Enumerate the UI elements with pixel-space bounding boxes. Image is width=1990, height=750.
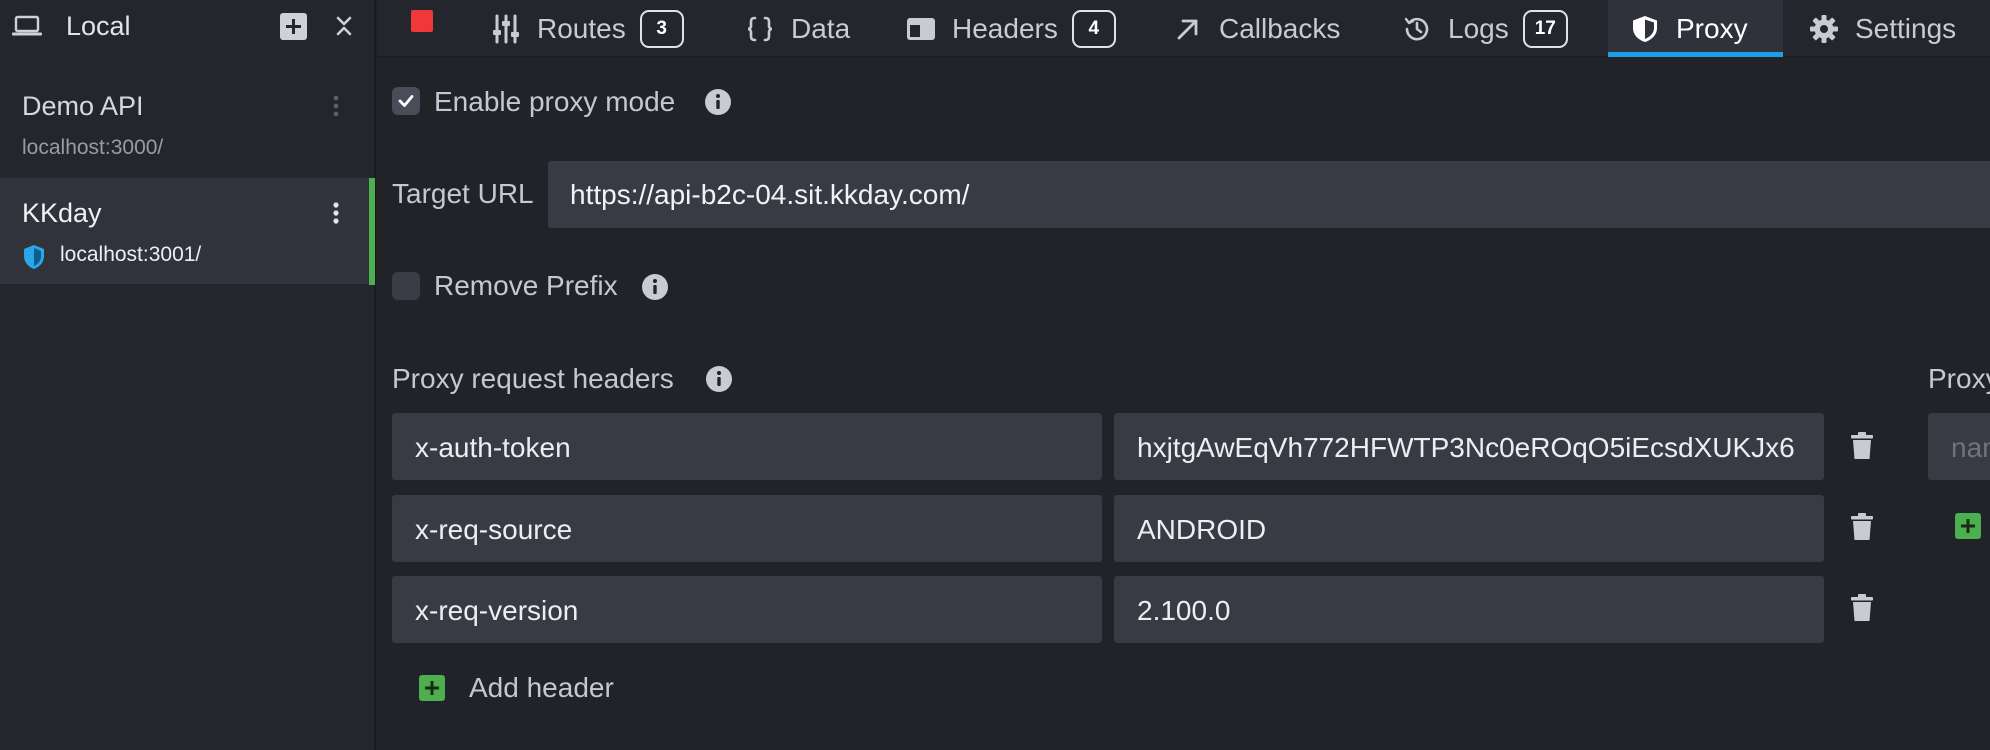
tab-routes[interactable]: Routes 3 [491, 0, 684, 57]
header-key-input[interactable]: x-req-version [392, 576, 1102, 643]
add-header-button[interactable]: Add header [469, 672, 614, 704]
environment-item-kkday[interactable]: KKday localhost:3001/ [0, 178, 374, 284]
headers-count-badge: 4 [1071, 9, 1116, 48]
braces-icon [747, 16, 773, 41]
sidebar-header: Local [0, 0, 376, 52]
environment-name: Demo API [22, 91, 144, 121]
info-icon[interactable] [705, 365, 733, 393]
headers-icon [907, 17, 935, 40]
tab-label: Callbacks [1219, 12, 1341, 44]
gear-icon [1810, 14, 1838, 43]
header-key-input[interactable]: x-auth-token [392, 413, 1102, 480]
tab-logs[interactable]: Logs 17 [1402, 0, 1568, 57]
tab-label: Headers [952, 12, 1058, 44]
tab-label: Routes [537, 12, 626, 44]
checkmark-icon [398, 95, 414, 107]
proxy-shield-icon [24, 245, 44, 269]
tab-label: Proxy [1676, 12, 1748, 44]
shield-icon [1633, 15, 1657, 42]
tab-label: Data [791, 12, 851, 44]
environment-name: KKday [22, 198, 102, 228]
add-environment-icon[interactable] [280, 13, 307, 40]
proxy-settings-panel: Enable proxy mode Target URL https://api… [369, 57, 1990, 750]
tab-label: Settings [1855, 12, 1957, 44]
routes-icon [493, 14, 519, 43]
header-value-input[interactable]: ANDROID [1114, 495, 1824, 562]
routes-count-badge: 3 [639, 9, 684, 48]
response-header-key-input[interactable]: name [1928, 413, 1990, 480]
environment-group-label: Local [66, 11, 131, 41]
collapse-icon[interactable] [330, 12, 358, 40]
delete-header-icon[interactable] [1851, 594, 1873, 622]
tab-settings[interactable]: Settings [1809, 0, 1956, 57]
response-headers-title: Proxy [1928, 363, 1990, 394]
header-value-input[interactable]: 2.100.0 [1114, 576, 1824, 643]
environments-sidebar: Local Demo API localhost:3000/ KKday loc… [0, 0, 376, 750]
environment-host: localhost:3001/ [60, 243, 202, 266]
tab-proxy[interactable]: Proxy [1608, 0, 1783, 57]
add-header-icon[interactable] [419, 675, 445, 701]
enable-proxy-checkbox[interactable] [392, 87, 420, 115]
tab-callbacks[interactable]: Callbacks [1173, 0, 1340, 57]
info-icon[interactable] [704, 88, 732, 116]
header-value-input[interactable]: hxjtgAwEqVh772HFWTP3Nc0eROqO5iEcsdXUKJx6 [1114, 413, 1824, 480]
tab-headers[interactable]: Headers 4 [906, 0, 1116, 57]
remove-prefix-label: Remove Prefix [434, 270, 618, 301]
environment-host: localhost:3000/ [22, 136, 164, 159]
target-url-label: Target URL [392, 178, 534, 209]
target-url-input[interactable]: https://api-b2c-04.sit.kkday.com/ [548, 161, 1990, 228]
delete-header-icon[interactable] [1851, 513, 1873, 541]
app-window: Local Demo API localhost:3000/ KKday loc… [0, 0, 1990, 750]
environment-item-demo-api[interactable]: Demo API localhost:3000/ [0, 71, 374, 177]
main-panel: Routes 3 Data Headers 4 Callbacks Logs 1… [369, 0, 1990, 750]
more-options-icon[interactable] [322, 91, 350, 121]
history-icon [1404, 17, 1429, 40]
header-key-input[interactable]: x-req-source [392, 495, 1102, 562]
add-response-header-icon[interactable] [1955, 513, 1981, 539]
info-icon[interactable] [641, 273, 669, 301]
remove-prefix-checkbox[interactable] [392, 272, 420, 300]
more-options-icon[interactable] [322, 198, 350, 228]
enable-proxy-label: Enable proxy mode [434, 86, 676, 117]
tab-label: Logs [1448, 12, 1509, 44]
delete-header-icon[interactable] [1851, 432, 1873, 460]
tab-data[interactable]: Data [745, 0, 850, 57]
arrow-up-right-icon [1177, 19, 1198, 39]
request-headers-title: Proxy request headers [392, 363, 674, 394]
tab-bar: Routes 3 Data Headers 4 Callbacks Logs 1… [378, 0, 1990, 57]
laptop-icon [12, 15, 42, 36]
active-environment-indicator [369, 178, 375, 285]
stop-server-button[interactable] [411, 10, 433, 32]
logs-count-badge: 17 [1522, 9, 1568, 48]
